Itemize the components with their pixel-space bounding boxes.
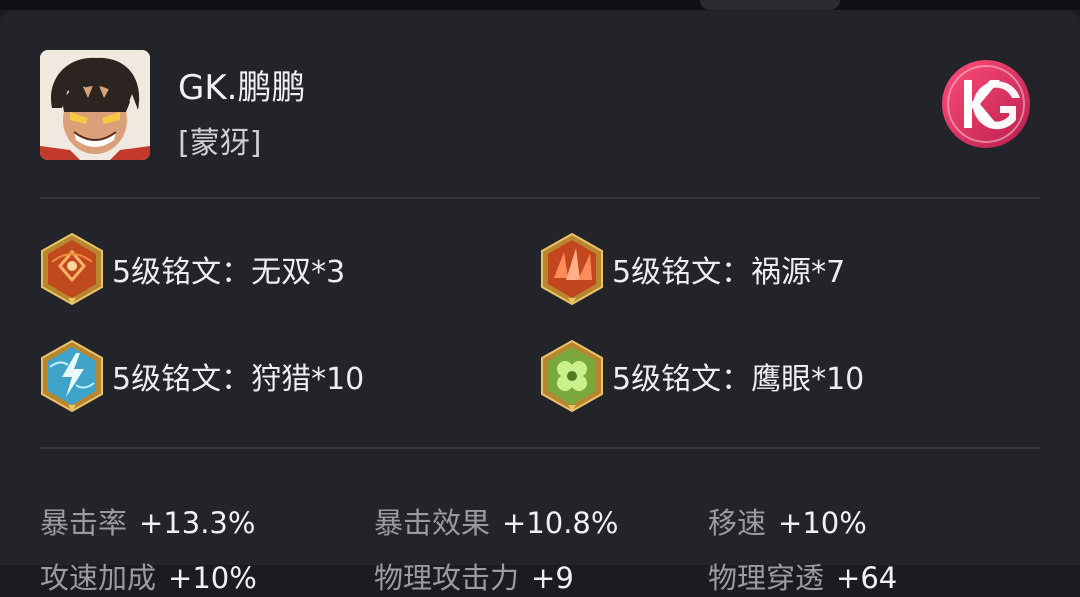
stat-attack-speed: 攻速加成 +10%: [40, 555, 257, 597]
rune-huoyuan-icon: [541, 232, 603, 306]
stat-crit-effect: 暴击效果 +10.8%: [374, 500, 618, 542]
stat-value: +9: [531, 561, 574, 595]
stat-value: +10.8%: [502, 506, 619, 540]
rune-item[interactable]: 5级铭文：鹰眼*10: [538, 339, 864, 413]
top-background-strip: [0, 0, 1080, 10]
rune-label: 5级铭文：无双*3: [112, 255, 346, 290]
rune-item[interactable]: 5级铭文：无双*3: [38, 232, 345, 306]
divider: [40, 447, 1040, 449]
stat-value: +13.3%: [139, 506, 256, 540]
stat-physical-attack: 物理攻击力 +9: [374, 555, 574, 597]
rune-label: 5级铭文：祸源*7: [612, 255, 846, 290]
stat-name: 攻速加成: [40, 561, 157, 595]
stat-crit-rate: 暴击率 +13.3%: [40, 500, 255, 542]
stat-value: +10%: [168, 561, 257, 595]
rune-info-card: GK.鹏鹏 [蒙犽] 5级铭文：无双*3 5级铭文：祸源*7 5级铭文：狩猎*1…: [0, 10, 1080, 595]
stat-name: 物理穿透: [708, 561, 825, 595]
stat-name: 暴击率: [40, 506, 128, 540]
player-name: GK.鹏鹏: [178, 68, 306, 108]
rune-label: 5级铭文：鹰眼*10: [612, 362, 865, 397]
stat-value: +64: [836, 561, 898, 595]
hero-name: [蒙犽]: [178, 126, 262, 161]
rune-item[interactable]: 5级铭文：狩猎*10: [38, 339, 364, 413]
stat-value: +10%: [778, 506, 867, 540]
stat-name: 物理攻击力: [374, 561, 520, 595]
divider: [40, 197, 1040, 199]
stat-name: 移速: [708, 506, 767, 540]
rune-shoulie-icon: [41, 339, 103, 413]
team-logo-icon: [938, 58, 1034, 150]
hero-avatar[interactable]: [40, 50, 150, 160]
stat-physical-penetration: 物理穿透 +64: [708, 555, 897, 597]
stat-name: 暴击效果: [374, 506, 491, 540]
rune-label: 5级铭文：狩猎*10: [112, 362, 365, 397]
rune-item[interactable]: 5级铭文：祸源*7: [538, 232, 845, 306]
hero-portrait-image: [40, 50, 150, 160]
rune-wushuang-icon: [41, 232, 103, 306]
stat-move-speed: 移速 +10%: [708, 500, 867, 542]
rune-yingyan-icon: [541, 339, 603, 413]
